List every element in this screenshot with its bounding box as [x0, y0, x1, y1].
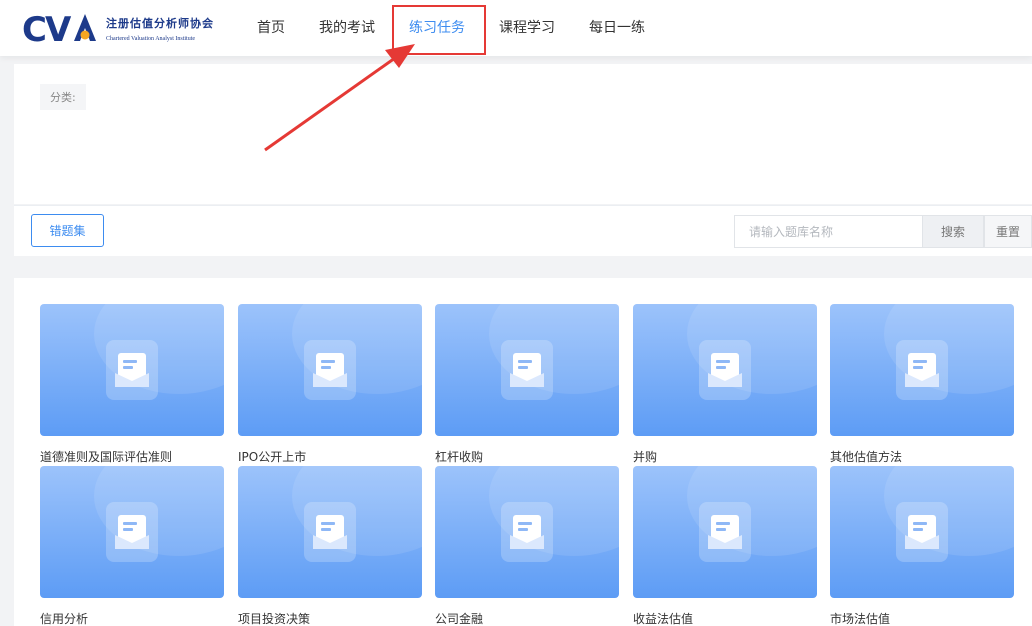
top-header: CV 注册估值分析师协会 Chartered Valuation Analyst…	[0, 0, 1032, 56]
document-icon	[501, 340, 553, 400]
card-thumbnail[interactable]	[830, 304, 1014, 436]
card-thumbnail[interactable]	[435, 304, 619, 436]
document-icon	[896, 340, 948, 400]
nav-course-study[interactable]: 课程学习	[482, 0, 572, 56]
question-bank-card[interactable]: 杠杆收购	[435, 304, 619, 465]
logo-english-name: Chartered Valuation Analyst Institute	[106, 35, 196, 42]
question-bank-card[interactable]: 收益法估值	[633, 466, 817, 626]
category-filter-panel: 分类:	[14, 64, 1032, 204]
question-bank-card[interactable]: 并购	[633, 304, 817, 465]
question-bank-card[interactable]: 项目投资决策	[238, 466, 422, 626]
document-icon	[699, 340, 751, 400]
card-title[interactable]: 道德准则及国际评估准则	[40, 448, 224, 465]
document-icon	[106, 502, 158, 562]
reset-button[interactable]: 重置	[984, 215, 1032, 248]
question-bank-card[interactable]: 信用分析	[40, 466, 224, 626]
card-title[interactable]: 收益法估值	[633, 610, 817, 626]
main-nav: 首页 我的考试 练习任务 课程学习 每日一练	[240, 0, 662, 56]
document-icon	[501, 502, 553, 562]
nav-my-exams[interactable]: 我的考试	[302, 0, 392, 56]
cva-logo-mark: CV	[22, 10, 98, 50]
card-thumbnail[interactable]	[40, 304, 224, 436]
question-bank-card[interactable]: 公司金融	[435, 466, 619, 626]
document-icon	[304, 502, 356, 562]
wrong-question-set-button[interactable]: 错题集	[31, 214, 104, 247]
card-title[interactable]: 市场法估值	[830, 610, 1014, 626]
question-bank-search-input[interactable]	[734, 215, 922, 248]
question-bank-card[interactable]: 市场法估值	[830, 466, 1014, 626]
card-thumbnail[interactable]	[40, 466, 224, 598]
card-title[interactable]: IPO公开上市	[238, 448, 422, 465]
logo-chinese-name: 注册估值分析师协会	[106, 16, 214, 30]
question-bank-card[interactable]: 道德准则及国际评估准则	[40, 304, 224, 465]
toolbar: 错题集 搜索 重置	[14, 205, 1032, 256]
nav-practice-tasks[interactable]: 练习任务	[392, 0, 486, 56]
card-thumbnail[interactable]	[238, 466, 422, 598]
document-icon	[106, 340, 158, 400]
document-icon	[896, 502, 948, 562]
card-title[interactable]: 公司金融	[435, 610, 619, 626]
card-title[interactable]: 并购	[633, 448, 817, 465]
logo[interactable]: CV 注册估值分析师协会 Chartered Valuation Analyst…	[22, 10, 214, 50]
card-title[interactable]: 杠杆收购	[435, 448, 619, 465]
category-label: 分类:	[40, 84, 86, 110]
card-thumbnail[interactable]	[633, 466, 817, 598]
card-title[interactable]: 项目投资决策	[238, 610, 422, 626]
svg-text:CV: CV	[22, 10, 72, 46]
card-thumbnail[interactable]	[435, 466, 619, 598]
question-bank-card[interactable]: IPO公开上市	[238, 304, 422, 465]
search-button[interactable]: 搜索	[922, 215, 984, 248]
card-thumbnail[interactable]	[238, 304, 422, 436]
nav-daily-practice[interactable]: 每日一练	[572, 0, 662, 56]
document-icon	[304, 340, 356, 400]
nav-home[interactable]: 首页	[240, 0, 302, 56]
card-thumbnail[interactable]	[830, 466, 1014, 598]
card-title[interactable]: 信用分析	[40, 610, 224, 626]
question-bank-card[interactable]: 其他估值方法	[830, 304, 1014, 465]
card-thumbnail[interactable]	[633, 304, 817, 436]
document-icon	[699, 502, 751, 562]
card-title[interactable]: 其他估值方法	[830, 448, 1014, 465]
question-bank-grid: 道德准则及国际评估准则 IPO公开上市 杠杆收购 并购 其他估值方法 信用分析 …	[14, 278, 1032, 626]
